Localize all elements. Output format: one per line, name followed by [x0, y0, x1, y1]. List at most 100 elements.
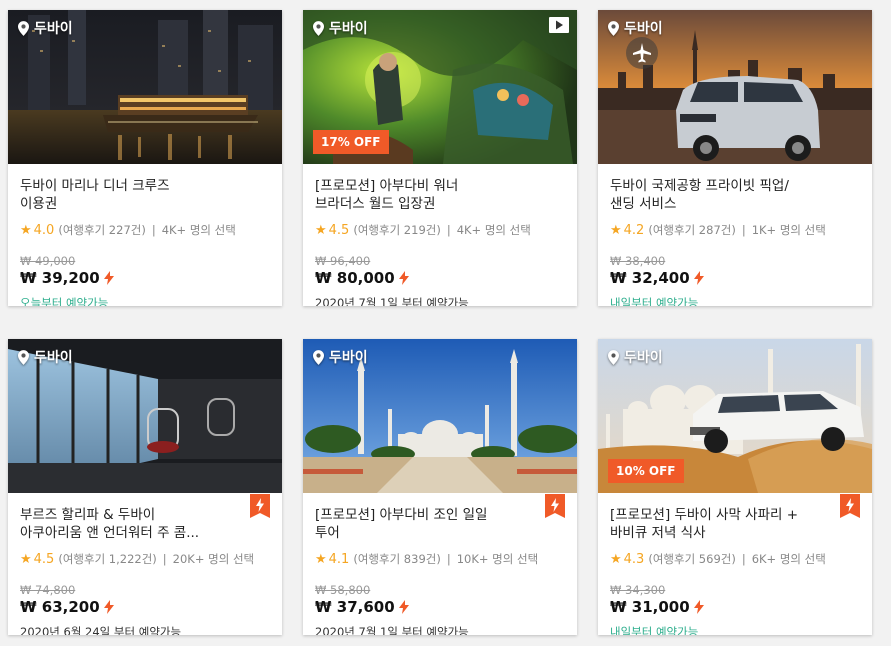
location-pin-icon	[313, 350, 324, 365]
rating-row: ★ 4.0 (여행후기 227건) | 4K+ 명의 선택	[20, 222, 236, 238]
sale-price: ₩ 80,000	[315, 269, 409, 287]
star-icon: ★	[315, 222, 327, 238]
sale-price-value: ₩ 63,200	[20, 598, 100, 616]
star-icon: ★	[20, 551, 32, 567]
availability: 2020년 6월 24일 부터 예약가능	[20, 625, 182, 635]
location-label: 두바이	[34, 21, 73, 37]
product-title-line: 바비큐 저녁 식사	[610, 525, 706, 541]
selection-count: 20K+ 명의 선택	[172, 552, 255, 566]
rating-value: 4.5	[33, 551, 55, 567]
location-label: 두바이	[34, 350, 73, 366]
original-price: ₩ 74,800	[20, 583, 76, 597]
lightning-icon	[104, 271, 114, 285]
location-label: 두바이	[624, 350, 663, 366]
location-pin-icon	[313, 21, 324, 36]
product-title-line: [프로모션] 아부다비 워너	[315, 178, 459, 194]
location-tag: 두바이	[608, 18, 663, 38]
product-title-line: 부르즈 할리파 & 두바이	[20, 507, 156, 523]
video-play-icon[interactable]	[549, 17, 569, 33]
review-count: (여행후기 1,222건)	[58, 552, 157, 566]
separator: |	[446, 552, 451, 566]
product-title-line: 두바이 국제공항 프라이빗 픽업/	[610, 178, 789, 194]
location-tag: 두바이	[313, 18, 368, 38]
separator: |	[741, 552, 746, 566]
product-title[interactable]: 부르즈 할리파 & 두바이 아쿠아리움 앤 언더워터 주 콤...	[20, 506, 256, 542]
location-label: 두바이	[329, 21, 368, 37]
product-title-line: 이용권	[20, 196, 58, 212]
product-card-3[interactable]: 두바이 두바이 국제공항 프라이빗 픽업/ 샌딩 서비스 ★ 4.2 (여행후기…	[598, 10, 872, 306]
location-tag: 두바이	[313, 347, 368, 367]
original-price: ₩ 96,400	[315, 254, 371, 268]
selection-count: 6K+ 명의 선택	[751, 552, 826, 566]
separator: |	[446, 223, 451, 237]
rating-value: 4.3	[623, 551, 645, 567]
location-label: 두바이	[624, 21, 663, 37]
separator: |	[741, 223, 746, 237]
sale-price: ₩ 31,000	[610, 598, 704, 616]
lightning-icon	[399, 600, 409, 614]
lightning-icon	[104, 600, 114, 614]
star-icon: ★	[315, 551, 327, 567]
sale-price: ₩ 37,600	[315, 598, 409, 616]
sale-price: ₩ 39,200	[20, 269, 114, 287]
location-pin-icon	[18, 21, 29, 36]
original-price: ₩ 34,300	[610, 583, 666, 597]
sale-price-value: ₩ 39,200	[20, 269, 100, 287]
location-tag: 두바이	[18, 18, 73, 38]
sale-price-value: ₩ 32,400	[610, 269, 690, 287]
original-price: ₩ 49,000	[20, 254, 76, 268]
review-count: (여행후기 287건)	[648, 223, 736, 237]
sale-price-value: ₩ 80,000	[315, 269, 395, 287]
availability: 2020년 7월 1일 부터 예약가능	[315, 625, 469, 635]
availability: 내일부터 예약가능	[610, 296, 699, 306]
rating-value: 4.2	[623, 222, 645, 238]
lightning-icon	[694, 600, 704, 614]
star-icon: ★	[610, 551, 622, 567]
lightning-icon	[399, 271, 409, 285]
rating-value: 4.0	[33, 222, 55, 238]
original-price: ₩ 38,400	[610, 254, 666, 268]
sale-price: ₩ 32,400	[610, 269, 704, 287]
star-icon: ★	[20, 222, 32, 238]
rating-row: ★ 4.5 (여행후기 219건) | 4K+ 명의 선택	[315, 222, 531, 238]
review-count: (여행후기 569건)	[648, 552, 736, 566]
product-title-line: 샌딩 서비스	[610, 196, 677, 212]
location-label: 두바이	[329, 350, 368, 366]
product-title[interactable]: [프로모션] 아부다비 워너 브라더스 월드 입장권	[315, 177, 551, 213]
sale-price: ₩ 63,200	[20, 598, 114, 616]
original-price: ₩ 58,800	[315, 583, 371, 597]
review-count: (여행후기 227건)	[58, 223, 146, 237]
rating-value: 4.1	[328, 551, 350, 567]
separator: |	[162, 552, 167, 566]
product-title-line: 아쿠아리움 앤 언더워터 주 콤...	[20, 525, 200, 541]
product-title-line: [프로모션] 아부다비 조인 일일	[315, 507, 488, 523]
product-card-5[interactable]: 두바이 [프로모션] 아부다비 조인 일일 투어 ★ 4.1 (여행후기 839…	[303, 339, 577, 635]
review-count: (여행후기 839건)	[353, 552, 441, 566]
product-title-line: 투어	[315, 525, 340, 541]
product-title-line: [프로모션] 두바이 사막 사파리 +	[610, 507, 799, 523]
rating-row: ★ 4.1 (여행후기 839건) | 10K+ 명의 선택	[315, 551, 538, 567]
rating-row: ★ 4.5 (여행후기 1,222건) | 20K+ 명의 선택	[20, 551, 254, 567]
location-tag: 두바이	[608, 347, 663, 367]
product-title[interactable]: 두바이 마리나 디너 크루즈 이용권	[20, 177, 256, 213]
product-card-2[interactable]: 두바이 17% OFF [프로모션] 아부다비 워너 브라더스 월드 입장권 ★…	[303, 10, 577, 306]
location-pin-icon	[608, 21, 619, 36]
star-icon: ★	[610, 222, 622, 238]
product-title-line: 브라더스 월드 입장권	[315, 196, 436, 212]
selection-count: 1K+ 명의 선택	[751, 223, 826, 237]
product-card-6[interactable]: 두바이 10% OFF [프로모션] 두바이 사막 사파리 + 바비큐 저녁 식…	[598, 339, 872, 635]
selection-count: 10K+ 명의 선택	[456, 552, 539, 566]
product-title[interactable]: 두바이 국제공항 프라이빗 픽업/ 샌딩 서비스	[610, 177, 846, 213]
discount-badge: 17% OFF	[313, 130, 389, 154]
product-title[interactable]: [프로모션] 아부다비 조인 일일 투어	[315, 506, 551, 542]
rating-row: ★ 4.3 (여행후기 569건) | 6K+ 명의 선택	[610, 551, 826, 567]
location-pin-icon	[18, 350, 29, 365]
location-pin-icon	[608, 350, 619, 365]
discount-badge: 10% OFF	[608, 459, 684, 483]
availability: 오늘부터 예약가능	[20, 296, 109, 306]
product-title[interactable]: [프로모션] 두바이 사막 사파리 + 바비큐 저녁 식사	[610, 506, 846, 542]
sale-price-value: ₩ 37,600	[315, 598, 395, 616]
product-card-4[interactable]: 두바이 부르즈 할리파 & 두바이 아쿠아리움 앤 언더워터 주 콤... ★ …	[8, 339, 282, 635]
separator: |	[151, 223, 156, 237]
product-card-1[interactable]: 두바이 두바이 마리나 디너 크루즈 이용권 ★ 4.0 (여행후기 227건)…	[8, 10, 282, 306]
